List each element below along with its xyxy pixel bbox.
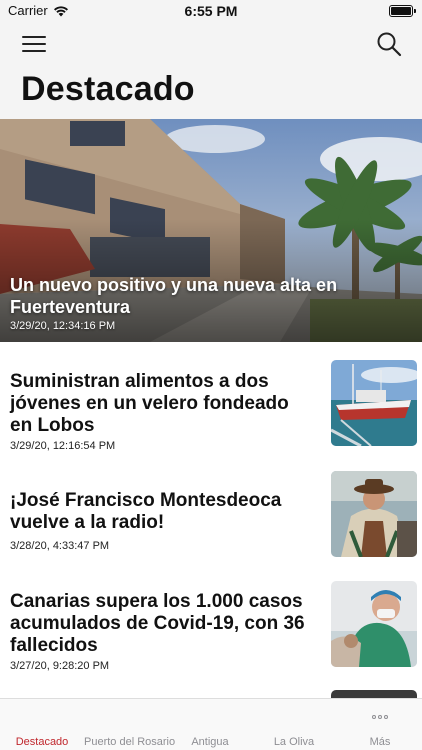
article-item-covid[interactable]: Canarias supera los 1.000 casos acumulad… [0,580,422,690]
navigation-bar: Destacado [0,24,422,119]
status-time: 6:55 PM [184,3,238,19]
search-icon[interactable] [376,31,402,57]
tab-label: Puerto del Rosario [84,736,176,748]
tab-label: Más [369,736,391,748]
menu-icon[interactable] [22,34,46,54]
article-title: Suministran alimentos a dos jóvenes en u… [10,371,289,436]
article-title: ¡José Francisco Montesdeoca vuelve a la … [10,490,282,533]
tab-label: Antigua [191,736,229,748]
featured-article-text: Un nuevo positivo y una nueva alta en Fu… [10,274,412,332]
article-thumbnail [331,471,417,557]
more-icon [338,715,422,719]
tab-destacado[interactable]: Destacado [0,699,84,750]
battery-icon [389,5,416,17]
article-date: 3/29/20, 12:16:54 PM [10,440,116,452]
article-date: 3/28/20, 4:33:47 PM [10,540,110,552]
status-bar: Carrier 6:55 PM [0,0,422,24]
article-title: Canarias supera los 1.000 casos acumulad… [10,591,305,656]
article-item-radio[interactable]: ¡José Francisco Montesdeoca vuelve a la … [0,470,422,580]
featured-article-date: 3/29/20, 12:34:16 PM [10,320,116,332]
featured-article-title: Un nuevo positivo y una nueva alta en Fu… [10,275,338,317]
article-item-velero[interactable]: Suministran alimentos a dos jóvenes en u… [0,360,422,470]
page-title: Destacado [21,70,195,108]
tab-antigua[interactable]: Antigua [168,699,252,750]
article-date: 3/27/20, 9:28:20 PM [10,660,110,672]
tab-label: Destacado [15,736,69,748]
article-thumbnail [331,360,417,446]
article-thumbnail [331,581,417,667]
featured-article[interactable]: Un nuevo positivo y una nueva alta en Fu… [0,119,422,342]
tab-label: La Oliva [273,736,315,748]
tab-mas[interactable]: Más [338,699,422,750]
tab-puerto-del-rosario[interactable]: Puerto del Rosario [84,699,176,750]
tab-la-oliva[interactable]: La Oliva [252,699,336,750]
tab-bar: Destacado Puerto del Rosario Antigua La … [0,698,422,750]
